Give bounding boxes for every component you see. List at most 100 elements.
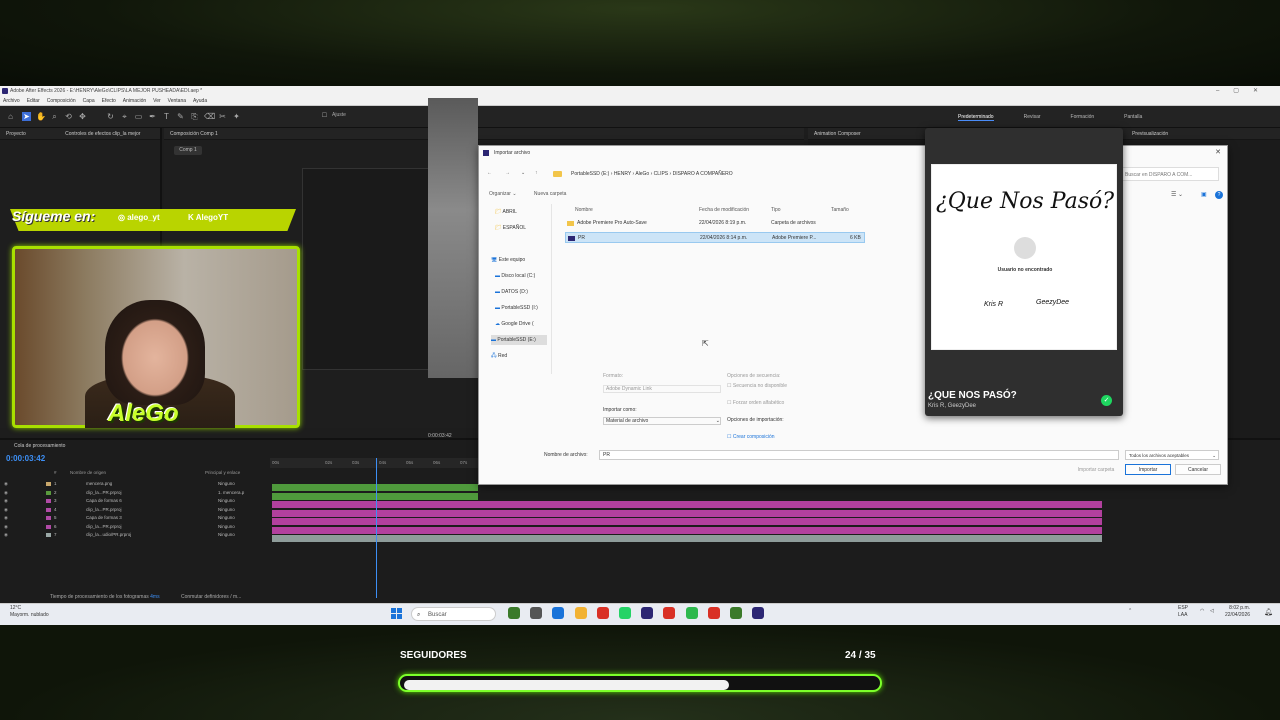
wifi-icon[interactable]: ◠: [1200, 608, 1204, 615]
tree-item[interactable]: 📁︎ ABRIL: [495, 207, 517, 217]
breadcrumb-item[interactable]: HENRY: [614, 171, 631, 177]
alphabetical-checkbox[interactable]: ☐ Forzar orden alfabético: [727, 400, 784, 406]
layer-parent-select[interactable]: 1. mencera.p: [218, 489, 244, 497]
view-options-icon[interactable]: ☰ ⌄: [1171, 191, 1183, 198]
layer-name[interactable]: mencera.png: [86, 480, 112, 488]
organize-button[interactable]: Organizar: [489, 191, 511, 197]
layer-row[interactable]: ◉ 3 Capa de formas 6 Ninguno: [0, 497, 270, 505]
layer-parent-select[interactable]: Ninguno: [218, 531, 235, 539]
layer-row[interactable]: ◉ 7 clip_la...udio/PR.prproj Ninguno: [0, 531, 270, 539]
tree-item[interactable]: 🖥︎ Este equipo: [491, 255, 525, 265]
breadcrumb-item[interactable]: DISPARO A COMPAÑERO: [673, 171, 733, 177]
layer-label-color[interactable]: [46, 516, 51, 520]
pan-behind-tool-icon[interactable]: ⌖: [120, 112, 129, 121]
comp-tab[interactable]: Comp 1: [174, 146, 202, 155]
tree-item[interactable]: ☁︎ Google Drive (: [495, 319, 534, 329]
workspace-tab[interactable]: Formación: [1071, 114, 1095, 120]
clock[interactable]: 8:02 p.m. 22/04/2026: [1225, 605, 1250, 619]
layer-name[interactable]: clip_la...PR.prproj: [86, 489, 122, 497]
menu-item[interactable]: Ver: [153, 98, 161, 104]
render-queue-tab[interactable]: Cola de procesamiento: [14, 443, 65, 449]
selection-tool-icon[interactable]: ➤: [22, 112, 31, 121]
home-icon[interactable]: ⌂: [6, 112, 15, 121]
layer-name[interactable]: Capa de formas 3: [86, 514, 122, 522]
roto-tool-icon[interactable]: ✂: [218, 112, 227, 121]
tree-item[interactable]: ▬ PortableSSD (E:): [491, 335, 547, 345]
pen-tool-icon[interactable]: ✒: [148, 112, 157, 121]
eye-icon[interactable]: ◉: [4, 480, 8, 488]
preview-pane-icon[interactable]: ▣: [1201, 191, 1207, 198]
workspace-tab[interactable]: Predeterminado: [958, 114, 994, 121]
breadcrumb-item[interactable]: AleGo: [635, 171, 649, 177]
project-panel-header[interactable]: Proyecto Controles de efectos clip_la me…: [0, 128, 160, 140]
layer-parent-select[interactable]: Ninguno: [218, 506, 235, 514]
create-composition-checkbox[interactable]: ☐ Crear composición: [727, 434, 775, 440]
tree-item[interactable]: 📁︎ ESPAÑOL: [495, 223, 526, 233]
cancel-button[interactable]: Cancelar: [1175, 464, 1221, 475]
filename-input[interactable]: PR: [599, 450, 1119, 460]
layer-label-color[interactable]: [46, 499, 51, 503]
layer-label-color[interactable]: [46, 482, 51, 486]
taskbar-app-icon[interactable]: [574, 607, 587, 619]
col-type[interactable]: Tipo: [771, 207, 781, 213]
menu-item[interactable]: Archivo: [3, 98, 20, 104]
snap-checkbox[interactable]: ☐: [320, 112, 329, 121]
layer-track-bar[interactable]: [272, 484, 478, 491]
eraser-tool-icon[interactable]: ⌫: [204, 112, 215, 121]
recent-chevron-icon[interactable]: ⌄: [521, 170, 525, 176]
layer-row[interactable]: ◉ 1 mencera.png Ninguno: [0, 480, 270, 488]
tree-item[interactable]: ▬ Disco local (C:): [495, 271, 535, 281]
breadcrumb-item[interactable]: PortableSSD (E:): [571, 171, 609, 177]
weather-widget[interactable]: 12°C Mayorm. nublado: [10, 605, 49, 619]
eye-icon[interactable]: ◉: [4, 506, 8, 514]
rectangle-tool-icon[interactable]: ▭: [134, 112, 143, 121]
layer-track-bar[interactable]: [272, 509, 1102, 517]
zoom-tool-icon[interactable]: ⌕: [50, 112, 59, 121]
orbit-tool-icon[interactable]: ⟲: [64, 112, 73, 121]
layer-parent-select[interactable]: Ninguno: [218, 497, 235, 505]
layer-track-bar[interactable]: [272, 526, 1102, 534]
taskbar-app-icon[interactable]: [685, 607, 698, 619]
layer-name[interactable]: clip_la...udio/PR.prproj: [86, 531, 131, 539]
current-time-display[interactable]: 0:00:03:42: [6, 454, 45, 463]
col-name[interactable]: Nombre: [575, 207, 593, 213]
taskbar-app-icon[interactable]: [730, 607, 742, 619]
menu-item[interactable]: Efecto: [102, 98, 116, 104]
eye-icon[interactable]: ◉: [4, 489, 8, 497]
layer-label-color[interactable]: [46, 490, 51, 495]
taskbar-app-icon[interactable]: [707, 607, 720, 619]
import-button[interactable]: Importar: [1125, 464, 1171, 475]
layer-label-color[interactable]: [46, 524, 51, 529]
layer-track-bar[interactable]: [272, 492, 478, 500]
taskbar-app-icon[interactable]: [752, 607, 765, 619]
puppet-tool-icon[interactable]: ✦: [232, 112, 241, 121]
close-icon[interactable]: ✕: [1215, 148, 1221, 156]
tree-item[interactable]: 🖧︎ Red: [491, 351, 507, 361]
layer-row[interactable]: ◉ 5 Capa de formas 3 Ninguno: [0, 514, 270, 522]
layer-label-color[interactable]: [46, 507, 51, 512]
eye-icon[interactable]: ◉: [4, 531, 8, 539]
brush-tool-icon[interactable]: ✎: [176, 112, 185, 121]
taskbar-app-icon[interactable]: [641, 607, 654, 619]
workspace-tab[interactable]: Revisar: [1024, 114, 1041, 120]
breadcrumb-item[interactable]: CLIPS: [654, 171, 668, 177]
layer-name[interactable]: clip_la...PR.prproj: [86, 523, 122, 531]
format-select[interactable]: Adobe Dynamic Link: [603, 385, 721, 393]
layer-track-bar[interactable]: [272, 518, 1102, 525]
layer-row[interactable]: ◉ 2 clip_la...PR.prproj 1. mencera.p: [0, 489, 270, 497]
layer-track-bar[interactable]: [272, 535, 1102, 542]
volume-icon[interactable]: ◁: [1210, 608, 1214, 615]
tree-item[interactable]: ▬ DATOS (D:): [495, 287, 528, 297]
filetype-select[interactable]: Todos los archivos aceptables ⌄: [1125, 450, 1219, 460]
eye-icon[interactable]: ◉: [4, 497, 8, 505]
text-tool-icon[interactable]: T: [162, 112, 171, 121]
menu-item[interactable]: Composición: [47, 98, 76, 104]
layer-label-color[interactable]: [46, 533, 51, 537]
playhead[interactable]: [376, 458, 377, 598]
menu-item[interactable]: Editar: [27, 98, 40, 104]
menu-item[interactable]: Ventana: [168, 98, 186, 104]
pan-tool-icon[interactable]: ✥: [78, 112, 87, 121]
menu-item[interactable]: Capa: [83, 98, 95, 104]
col-date[interactable]: Fecha de modificación: [699, 207, 749, 213]
import-folder-button[interactable]: Importar carpeta: [1071, 464, 1121, 475]
